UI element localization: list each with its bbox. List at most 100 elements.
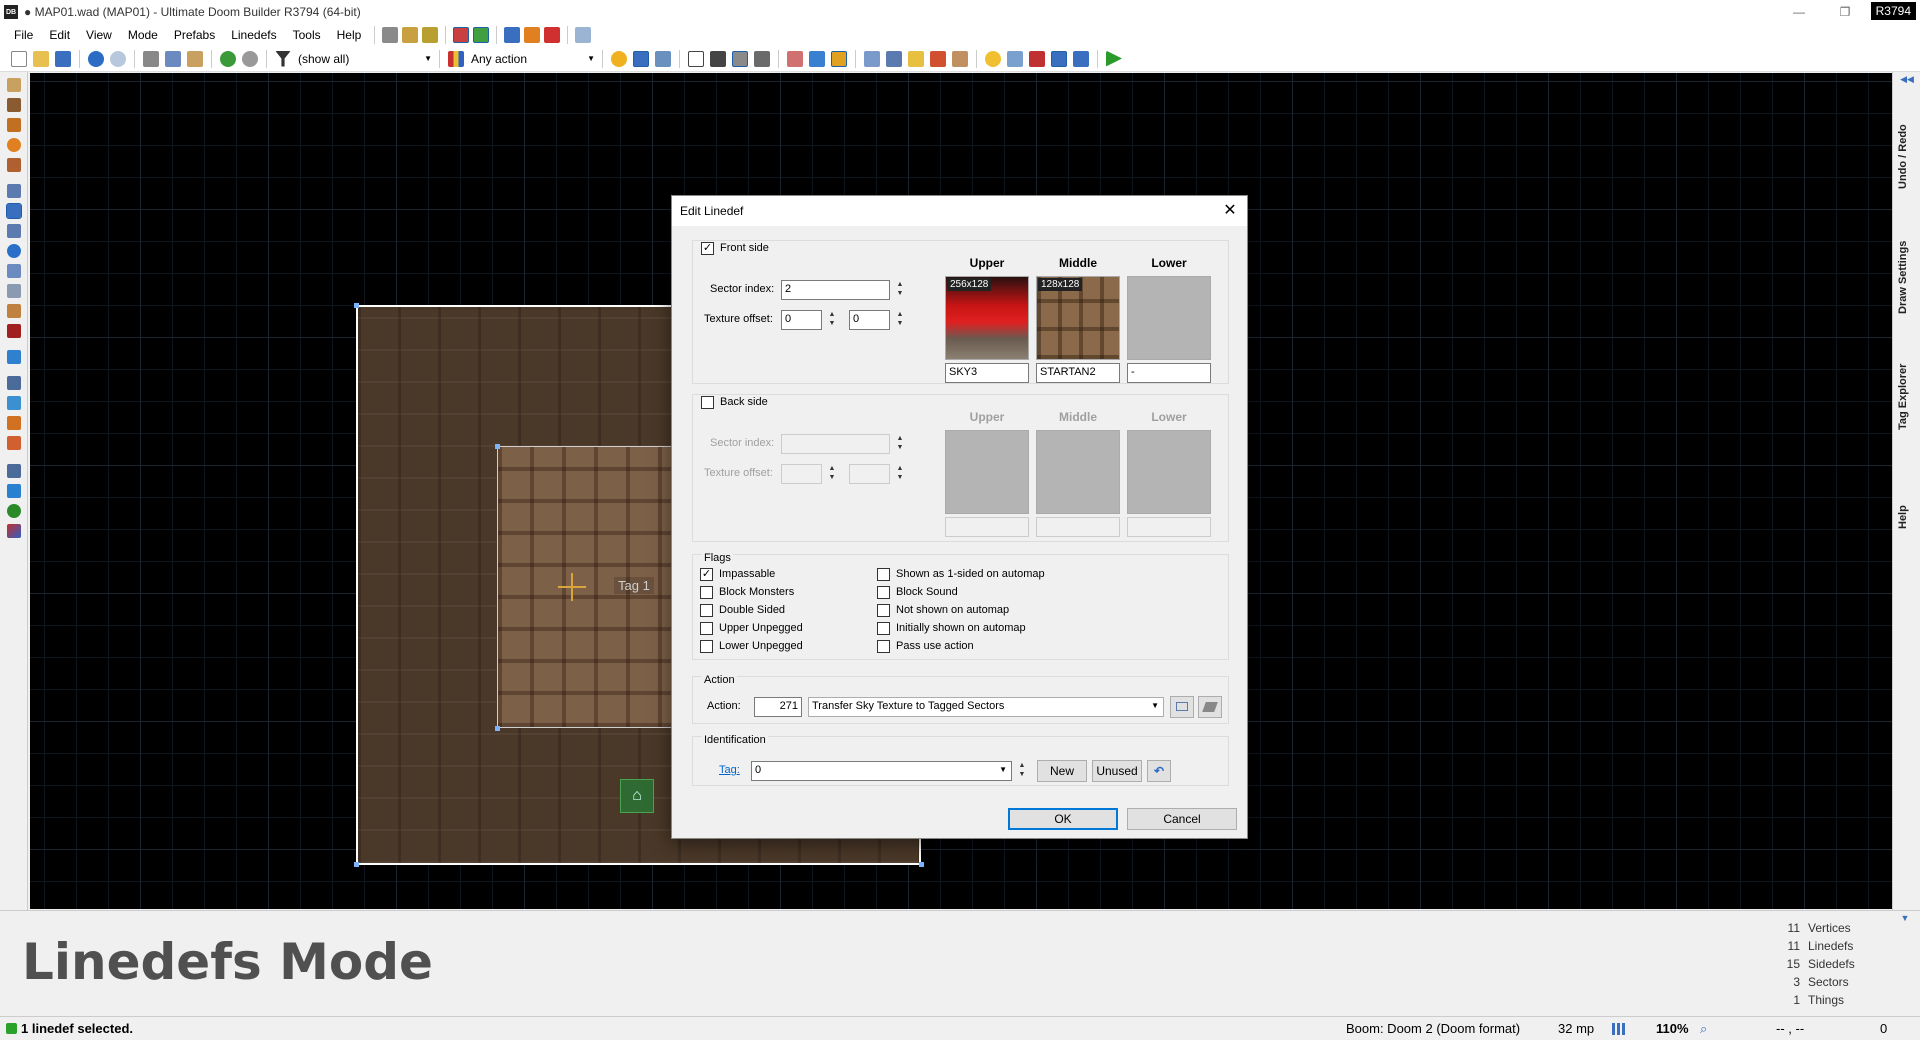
save-map-icon[interactable]: [55, 50, 71, 67]
flag-checkbox[interactable]: [877, 622, 890, 635]
tag-icon[interactable]: [575, 27, 592, 43]
vertex[interactable]: [354, 862, 359, 867]
grid-icon[interactable]: [1612, 1023, 1626, 1035]
vertices-mode-icon[interactable]: [7, 184, 21, 198]
new-map-icon[interactable]: [11, 50, 27, 67]
back-sector-index-spinner[interactable]: ▲ ▼: [895, 434, 905, 454]
front-middle-texture[interactable]: 128x128: [1036, 276, 1120, 360]
sound-environment-icon[interactable]: [7, 324, 21, 338]
dialog-close-button[interactable]: ✕: [1219, 200, 1241, 222]
menu-file[interactable]: File: [6, 24, 41, 46]
grid-toggle-icon[interactable]: [633, 50, 649, 67]
menu-help[interactable]: Help: [329, 24, 370, 46]
collapse-dock-icon[interactable]: ◀◀: [1896, 74, 1918, 88]
play-icon[interactable]: [1106, 50, 1122, 67]
lightbulb-icon[interactable]: [985, 50, 1001, 67]
sky-icon[interactable]: [1051, 50, 1067, 67]
menu-view[interactable]: View: [78, 24, 120, 46]
back-offset-y-input[interactable]: [849, 464, 890, 484]
view-ceilings-icon[interactable]: [754, 50, 770, 67]
rotate-icon[interactable]: [952, 50, 968, 67]
back-lower-texture-name[interactable]: [1127, 517, 1211, 537]
tag-link[interactable]: Tag:: [719, 764, 740, 776]
back-sector-index-input[interactable]: [781, 434, 890, 454]
3d-floor-icon[interactable]: [7, 350, 21, 364]
snap-icon[interactable]: [655, 50, 671, 67]
cancel-button[interactable]: Cancel: [1127, 808, 1237, 830]
menu-tools[interactable]: Tools: [285, 24, 329, 46]
back-upper-texture[interactable]: [945, 430, 1029, 514]
tab-undo-redo[interactable]: Undo / Redo: [1897, 102, 1917, 212]
menu-prefabs[interactable]: Prefabs: [166, 24, 223, 46]
back-offset-y-spinner[interactable]: ▲ ▼: [895, 464, 905, 484]
vertex[interactable]: [495, 444, 500, 449]
view-floors-icon[interactable]: [732, 50, 748, 67]
flag-checkbox[interactable]: [700, 622, 713, 635]
highlight-icon[interactable]: [908, 50, 924, 67]
curve-icon[interactable]: [504, 27, 521, 43]
player-start-thing[interactable]: ⌂: [620, 779, 654, 813]
color-picker-icon[interactable]: [7, 524, 21, 538]
menu-linedefs[interactable]: Linedefs: [223, 24, 284, 46]
zoom-level[interactable]: 110%: [1656, 1021, 1689, 1036]
flag-checkbox[interactable]: [700, 640, 713, 653]
action-select[interactable]: Transfer Sky Texture to Tagged Sectors ▼: [808, 697, 1164, 717]
find-icon[interactable]: [7, 464, 21, 478]
draw-rectangle-icon[interactable]: [7, 118, 21, 132]
join-icon[interactable]: [809, 50, 825, 67]
flag-checkbox[interactable]: [700, 604, 713, 617]
auto-merge-icon[interactable]: [831, 50, 847, 67]
vertex[interactable]: [919, 862, 924, 867]
menu-mode[interactable]: Mode: [120, 24, 166, 46]
draw-grid-icon[interactable]: [7, 158, 21, 172]
brightness-icon[interactable]: [611, 50, 627, 67]
flag-checkbox[interactable]: ✓: [700, 568, 713, 581]
back-offset-x-input[interactable]: [781, 464, 822, 484]
sound-propagation-icon[interactable]: [7, 304, 21, 318]
things-mode-icon[interactable]: [7, 244, 21, 258]
action-arguments-button[interactable]: [1198, 696, 1222, 718]
back-upper-texture-name[interactable]: [945, 517, 1029, 537]
back-middle-texture[interactable]: [1036, 430, 1120, 514]
make-sectors-icon[interactable]: [7, 264, 21, 278]
minimize-button[interactable]: —: [1776, 0, 1822, 24]
flip-icon[interactable]: [930, 50, 946, 67]
tag-spinner[interactable]: ▲ ▼: [1017, 761, 1027, 781]
grid-icon[interactable]: [524, 27, 541, 43]
front-offset-y-spinner[interactable]: ▲ ▼: [895, 310, 905, 330]
front-lower-texture[interactable]: [1127, 276, 1211, 360]
draw-lines-icon[interactable]: [7, 78, 21, 92]
tab-help[interactable]: Help: [1897, 462, 1917, 572]
merge-icon[interactable]: [787, 50, 803, 67]
front-sector-index-spinner[interactable]: ▲ ▼: [895, 280, 905, 300]
test-map-icon[interactable]: [382, 27, 399, 43]
draw-curve-icon[interactable]: [7, 98, 21, 112]
info-icon[interactable]: [1073, 50, 1089, 67]
front-side-checkbox[interactable]: ✓: [701, 242, 714, 255]
panel-toggle-icon[interactable]: ▼: [1896, 913, 1914, 927]
tag-input[interactable]: 0 ▼: [751, 761, 1012, 781]
prefab-selection-icon[interactable]: [242, 50, 258, 67]
flag-checkbox[interactable]: [700, 586, 713, 599]
tab-tag-explorer[interactable]: Tag Explorer: [1897, 342, 1917, 452]
action-number-input[interactable]: 271: [754, 697, 802, 717]
ok-button[interactable]: OK: [1008, 808, 1118, 830]
back-lower-texture[interactable]: [1127, 430, 1211, 514]
stats-icon[interactable]: [1029, 50, 1045, 67]
undo-icon[interactable]: [88, 50, 104, 67]
maximize-button[interactable]: ❐: [1822, 0, 1868, 24]
paste-icon[interactable]: [187, 50, 203, 67]
slope-icon[interactable]: [7, 376, 21, 390]
browse-action-button[interactable]: [1170, 696, 1194, 718]
align-icon[interactable]: [886, 50, 902, 67]
cut-icon[interactable]: [143, 50, 159, 67]
check-icon[interactable]: [7, 484, 21, 498]
zoom-icon[interactable]: ⌕: [1700, 1021, 1707, 1037]
unused-tag-button[interactable]: Unused: [1092, 760, 1142, 782]
back-middle-texture-name[interactable]: [1036, 517, 1120, 537]
menu-edit[interactable]: Edit: [41, 24, 78, 46]
flag-checkbox[interactable]: [877, 568, 890, 581]
linedef-mode-icon[interactable]: [453, 27, 470, 43]
flag-checkbox[interactable]: [877, 586, 890, 599]
flag-checkbox[interactable]: [877, 604, 890, 617]
